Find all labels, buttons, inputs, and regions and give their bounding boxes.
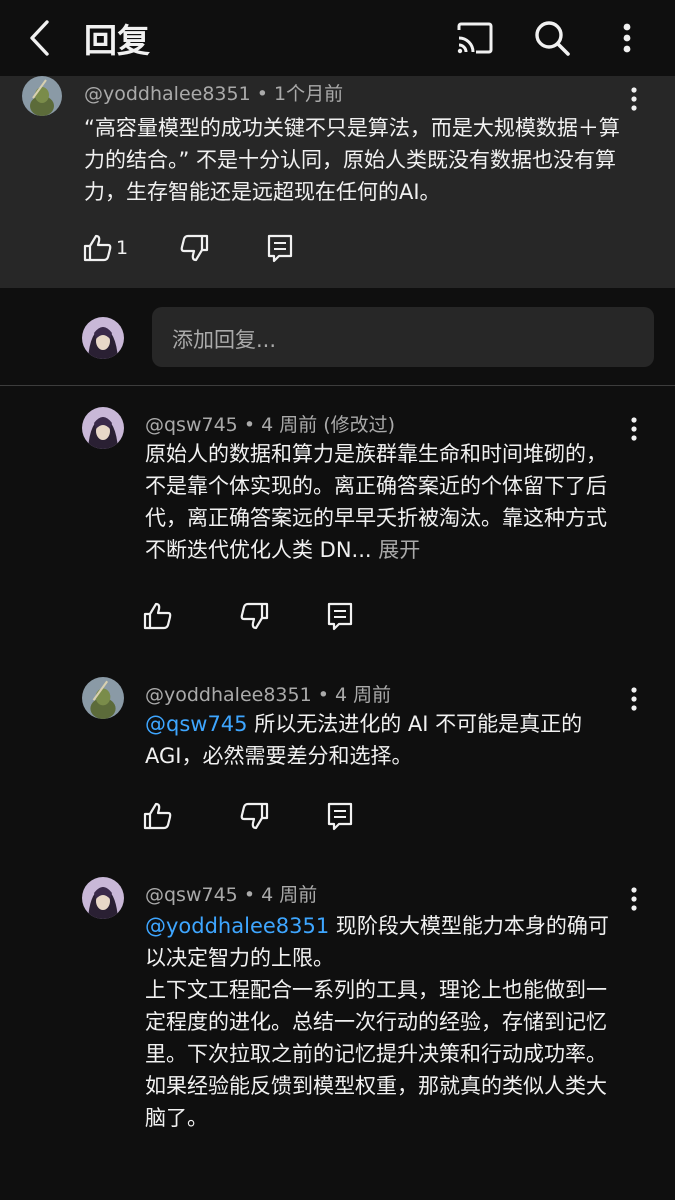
avatar[interactable] <box>82 677 124 719</box>
comment-author[interactable]: @qsw745 <box>145 414 238 436</box>
add-reply-input[interactable]: 添加回复... <box>152 307 654 367</box>
search-icon[interactable] <box>532 18 572 58</box>
like-icon[interactable] <box>142 800 174 832</box>
current-user-avatar[interactable] <box>82 317 124 359</box>
back-arrow-icon[interactable] <box>22 18 58 58</box>
avatar[interactable] <box>22 76 62 116</box>
avatar[interactable] <box>82 407 124 449</box>
reply-meta: @qsw745 • 4 周前 (修改过) <box>145 410 395 437</box>
comment-more-icon[interactable] <box>628 886 640 912</box>
comment-more-icon[interactable] <box>628 686 640 712</box>
reply-meta: @qsw745 • 4 周前 <box>145 880 317 907</box>
reply-icon[interactable] <box>324 600 356 632</box>
comment-time: 4 周前 <box>335 684 392 706</box>
comment-time: 1个月前 <box>274 83 344 105</box>
comment-text: 原始人的数据和算力是族群靠生命和时间堆砌的，不是靠个体实现的。离正确答案近的个体… <box>145 438 623 566</box>
reply-icon[interactable] <box>264 232 296 264</box>
comment-author[interactable]: @qsw745 <box>145 884 238 906</box>
add-reply-placeholder: 添加回复... <box>172 328 277 352</box>
reply-meta: @yoddhalee8351 • 4 周前 <box>145 680 391 707</box>
mention-link[interactable]: @qsw745 <box>145 712 248 736</box>
meta-separator: • <box>256 83 268 105</box>
dislike-icon[interactable] <box>238 800 270 832</box>
dislike-icon[interactable] <box>238 600 270 632</box>
comment-author[interactable]: @yoddhalee8351 <box>145 684 312 706</box>
like-icon[interactable] <box>82 232 114 264</box>
meta-separator: • <box>243 884 256 906</box>
mention-link[interactable]: @yoddhalee8351 <box>145 914 329 938</box>
comment-more-icon[interactable] <box>628 416 640 442</box>
reply-icon[interactable] <box>324 800 356 832</box>
expand-link[interactable]: 展开 <box>378 538 420 562</box>
more-vert-icon[interactable] <box>612 20 642 56</box>
avatar[interactable] <box>82 877 124 919</box>
like-count: 1 <box>116 237 129 259</box>
comment-body: 原始人的数据和算力是族群靠生命和时间堆砌的，不是靠个体实现的。离正确答案近的个体… <box>145 442 607 562</box>
comment-more-icon[interactable] <box>628 86 640 112</box>
divider <box>0 385 675 386</box>
comment-time: 4 周前 <box>261 884 318 906</box>
dislike-icon[interactable] <box>178 232 210 264</box>
comment-text: @qsw745 所以无法进化的 AI 不可能是真正的 AGI，必然需要差分和选择… <box>145 708 623 772</box>
cast-icon[interactable] <box>454 20 496 56</box>
comment-text: “高容量模型的成功关键不只是算法，而是大规模数据＋算力的结合。” 不是十分认同，… <box>84 116 620 204</box>
meta-separator: • <box>317 684 329 706</box>
comment-time: 4 周前 (修改过) <box>261 414 396 436</box>
like-icon[interactable] <box>142 600 174 632</box>
parent-comment: @yoddhalee8351 • 1个月前 “高容量模型的成功关键不只是算法，而… <box>0 76 675 288</box>
top-app-bar: 回复 <box>0 0 675 76</box>
comment-author[interactable]: @yoddhalee8351 <box>84 83 251 105</box>
comment-text: @yoddhalee8351 现阶段大模型能力本身的确可以决定智力的上限。 上下… <box>145 910 623 1134</box>
page-title: 回复 <box>84 21 150 60</box>
comment-body: 现阶段大模型能力本身的确可以决定智力的上限。 上下文工程配合一系列的工具，理论上… <box>145 914 609 1130</box>
meta-separator: • <box>243 414 256 436</box>
